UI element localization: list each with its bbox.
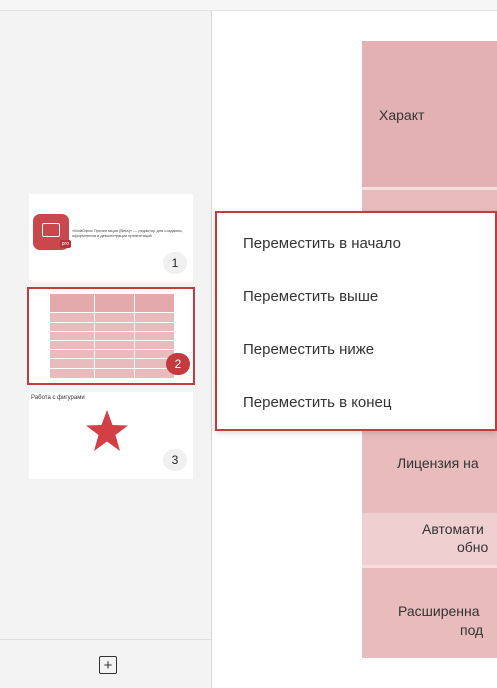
plus-icon: + xyxy=(103,656,113,674)
slide-thumbnail-2[interactable]: 2 xyxy=(27,287,195,385)
menu-item-move-up[interactable]: Переместить выше xyxy=(217,271,497,321)
table-row[interactable]: Расширенна под xyxy=(362,568,497,658)
table-row[interactable]: Автомати обно xyxy=(362,513,497,565)
menu-item-move-to-end[interactable]: Переместить в конец xyxy=(217,377,497,427)
row-2-text-line1: Автомати xyxy=(422,521,484,537)
top-bar xyxy=(0,0,497,11)
table-header-text: Характ xyxy=(379,107,425,123)
presentation-app-icon: pro xyxy=(33,214,71,250)
star-shape-icon xyxy=(86,410,128,451)
menu-item-move-down[interactable]: Переместить ниже xyxy=(217,324,497,374)
pro-badge: pro xyxy=(59,240,71,248)
slides-panel: pro «МойОфис Презентация (Beta)» — редак… xyxy=(0,11,212,688)
row-3-text-line2: под xyxy=(460,622,484,638)
move-slide-context-menu: Переместить в начало Переместить выше Пе… xyxy=(215,211,497,431)
slide-1-description: «МойОфис Презентация (Beta)» — редактор … xyxy=(72,228,183,238)
row-1-text: Лицензия на xyxy=(397,455,479,471)
sidebar-footer: + xyxy=(0,639,211,688)
add-slide-button[interactable]: + xyxy=(99,656,117,674)
slide-2-table-preview xyxy=(50,294,174,378)
row-3-text-line1: Расширенна xyxy=(398,603,480,619)
table-row[interactable]: Лицензия на xyxy=(362,433,497,513)
menu-item-move-to-start[interactable]: Переместить в начало xyxy=(217,218,497,268)
slide-thumbnail-3[interactable]: Работа с фигурами 3 xyxy=(29,392,193,479)
table-header-cell[interactable]: Характ xyxy=(362,41,497,187)
slide-number-3: 3 xyxy=(163,449,187,471)
slide-thumbnail-1[interactable]: pro «МойОфис Презентация (Beta)» — редак… xyxy=(29,194,193,282)
slide-3-title: Работа с фигурами xyxy=(31,395,85,401)
slide-number-1: 1 xyxy=(163,252,187,274)
row-2-text-line2: обно xyxy=(457,539,489,555)
slide-number-2: 2 xyxy=(166,353,190,375)
